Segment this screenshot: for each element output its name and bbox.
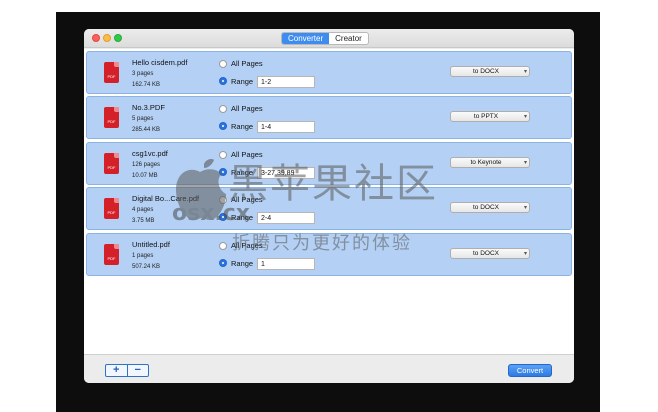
pdf-file-icon: PDF	[104, 153, 119, 174]
file-name: No.3.PDF	[132, 103, 165, 112]
output-format-value: to DOCX	[472, 68, 499, 75]
range-label[interactable]: Range	[231, 122, 253, 131]
file-row[interactable]: PDF csg1vc.pdf 126 pages 10.07 MB All Pa…	[86, 142, 572, 185]
output-format-select[interactable]: to PPTX ▾	[450, 111, 530, 122]
convert-button[interactable]: Convert	[508, 364, 552, 377]
output-format-value: to DOCX	[472, 250, 499, 257]
file-row[interactable]: PDF Untitled.pdf 1 pages 507.24 KB All P…	[86, 233, 572, 276]
chevron-down-icon: ▾	[523, 160, 527, 166]
range-label[interactable]: Range	[231, 259, 253, 268]
close-window-button[interactable]	[92, 34, 100, 42]
titlebar: Converter Creator	[84, 29, 574, 48]
chevron-down-icon: ▾	[523, 251, 527, 257]
range-radio[interactable]	[219, 259, 227, 267]
all-pages-label[interactable]: All Pages	[231, 59, 263, 68]
file-size: 507.24 KB	[132, 264, 161, 270]
all-pages-label[interactable]: All Pages	[231, 241, 263, 250]
all-pages-label[interactable]: All Pages	[231, 195, 263, 204]
range-label[interactable]: Range	[231, 168, 253, 177]
output-format-select[interactable]: to Keynote ▾	[450, 157, 530, 168]
all-pages-radio[interactable]	[219, 105, 227, 113]
chevron-down-icon: ▾	[523, 205, 527, 211]
file-row[interactable]: PDF Digital Bo...Care.pdf 4 pages 3.75 M…	[86, 187, 572, 230]
pdf-file-icon: PDF	[104, 107, 119, 128]
range-label[interactable]: Range	[231, 213, 253, 222]
range-radio[interactable]	[219, 77, 227, 85]
remove-file-button[interactable]: −	[128, 365, 149, 376]
file-page-count: 1 pages	[132, 253, 154, 259]
chevron-down-icon: ▾	[523, 69, 527, 75]
all-pages-radio[interactable]	[219, 60, 227, 68]
app-window: Converter Creator PDF Hello cisdem.pdf 3…	[84, 29, 574, 383]
all-pages-radio[interactable]	[219, 242, 227, 250]
output-format-select[interactable]: to DOCX ▾	[450, 66, 530, 77]
output-format-select[interactable]: to DOCX ▾	[450, 202, 530, 213]
file-name: Hello cisdem.pdf	[132, 58, 188, 67]
range-radio[interactable]	[219, 168, 227, 176]
output-format-value: to PPTX	[473, 113, 499, 120]
file-size: 10.07 MB	[132, 173, 158, 179]
minimize-window-button[interactable]	[103, 34, 111, 42]
range-radio[interactable]	[219, 213, 227, 221]
range-radio[interactable]	[219, 122, 227, 130]
page-range-input[interactable]	[257, 76, 315, 88]
file-page-count: 126 pages	[132, 162, 161, 168]
output-format-select[interactable]: to DOCX ▾	[450, 248, 530, 259]
page-range-input[interactable]	[257, 258, 315, 270]
output-format-value: to DOCX	[472, 204, 499, 211]
all-pages-label[interactable]: All Pages	[231, 104, 263, 113]
file-name: csg1vc.pdf	[132, 149, 168, 158]
file-name: Digital Bo...Care.pdf	[132, 194, 200, 203]
mode-segmented-control: Converter Creator	[281, 32, 369, 45]
bottom-toolbar: + − Convert	[84, 354, 574, 383]
pdf-file-icon: PDF	[104, 244, 119, 265]
file-row[interactable]: PDF Hello cisdem.pdf 3 pages 162.74 KB A…	[86, 51, 572, 94]
chevron-down-icon: ▾	[523, 114, 527, 120]
file-size: 285.44 KB	[132, 127, 161, 133]
page-range-input[interactable]	[257, 121, 315, 133]
zoom-window-button[interactable]	[114, 34, 122, 42]
all-pages-radio[interactable]	[219, 151, 227, 159]
file-list: PDF Hello cisdem.pdf 3 pages 162.74 KB A…	[84, 49, 574, 354]
tab-converter[interactable]: Converter	[282, 33, 330, 44]
tab-creator[interactable]: Creator	[329, 33, 368, 44]
file-page-count: 5 pages	[132, 116, 154, 122]
file-page-count: 4 pages	[132, 207, 154, 213]
page-range-input[interactable]	[257, 212, 315, 224]
pdf-file-icon: PDF	[104, 62, 119, 83]
file-name: Untitled.pdf	[132, 240, 170, 249]
output-format-value: to Keynote	[470, 159, 502, 166]
file-size: 3.75 MB	[132, 218, 155, 224]
all-pages-label[interactable]: All Pages	[231, 150, 263, 159]
add-remove-control: + −	[105, 364, 149, 377]
file-page-count: 3 pages	[132, 71, 154, 77]
add-file-button[interactable]: +	[106, 365, 127, 376]
range-label[interactable]: Range	[231, 77, 253, 86]
all-pages-radio[interactable]	[219, 196, 227, 204]
file-row[interactable]: PDF No.3.PDF 5 pages 285.44 KB All Pages…	[86, 96, 572, 139]
page-range-input[interactable]	[257, 167, 315, 179]
file-size: 162.74 KB	[132, 82, 161, 88]
pdf-file-icon: PDF	[104, 198, 119, 219]
